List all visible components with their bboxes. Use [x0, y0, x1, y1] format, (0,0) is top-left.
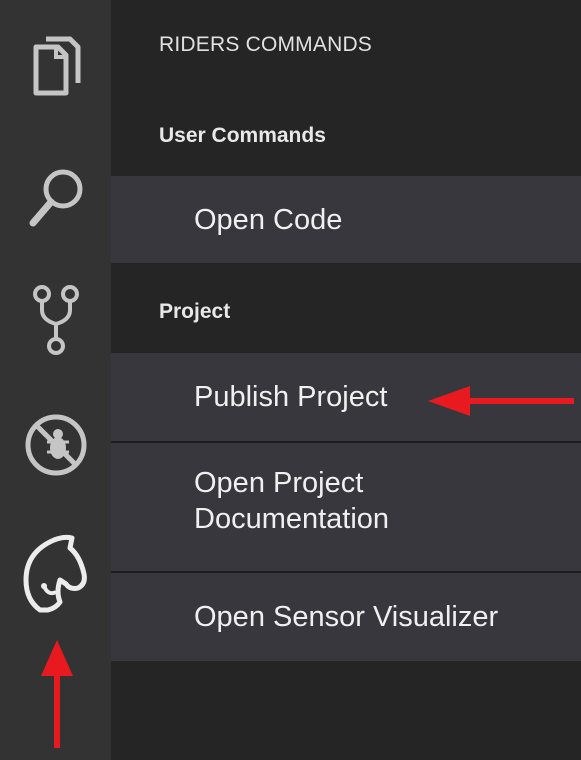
up-arrow-annotation — [41, 640, 73, 748]
left-arrow-annotation — [428, 386, 574, 416]
command-label: Open Code — [194, 203, 343, 236]
divider — [111, 441, 581, 443]
section-header-label: User Commands — [159, 124, 326, 147]
section-header-project[interactable]: Project — [111, 264, 581, 352]
activity-bar — [0, 0, 111, 760]
debug-icon[interactable] — [0, 405, 111, 485]
search-icon[interactable] — [0, 160, 111, 240]
riders-horse-icon[interactable] — [0, 528, 111, 618]
section-header-user-commands[interactable]: User Commands — [111, 95, 581, 175]
riders-commands-panel: RIDERS COMMANDS User Commands Open Code … — [111, 0, 581, 760]
command-label-line-1: Open Project — [194, 467, 364, 499]
command-label: Open Project Documentation — [194, 465, 389, 537]
command-label: Publish Project — [194, 381, 388, 413]
command-open-project-documentation[interactable]: Open Project Documentation — [111, 443, 581, 571]
section-header-label: Project — [159, 300, 231, 323]
explorer-icon[interactable] — [0, 30, 111, 110]
screen: RIDERS COMMANDS User Commands Open Code … — [0, 0, 581, 760]
source-control-icon[interactable] — [0, 280, 111, 360]
command-label: Open Sensor Visualizer — [194, 601, 499, 633]
command-label-line-2: Documentation — [194, 503, 390, 535]
command-open-code[interactable]: Open Code — [111, 176, 581, 263]
divider — [111, 571, 581, 573]
panel-title: RIDERS COMMANDS — [159, 33, 373, 56]
command-open-sensor-visualizer[interactable]: Open Sensor Visualizer — [111, 573, 581, 661]
